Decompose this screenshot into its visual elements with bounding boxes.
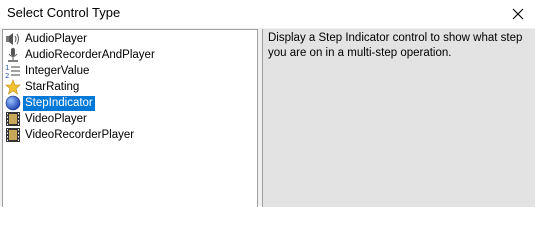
film-icon bbox=[5, 127, 21, 143]
window-title: Select Control Type bbox=[7, 5, 121, 20]
title-bar: Select Control Type bbox=[0, 0, 535, 28]
list-item-audioplayer[interactable]: AudioPlayer bbox=[4, 31, 258, 47]
list-item-label: VideoRecorderPlayer bbox=[25, 128, 135, 141]
list-item-integervalue[interactable]: 1 2 IntegerValue bbox=[4, 63, 258, 80]
list-item-videorecorderplayer[interactable]: VideoRecorderPlayer bbox=[4, 127, 258, 143]
list-item-label: IntegerValue bbox=[25, 64, 90, 77]
list-item-audiorecorderandplayer[interactable]: AudioRecorderAndPlayer bbox=[4, 47, 258, 63]
control-type-list[interactable]: AudioPlayer AudioRecorderAndPlayer 1 2 I… bbox=[2, 29, 258, 207]
list-item-label: StepIndicator bbox=[23, 95, 95, 111]
step-indicator-icon bbox=[5, 95, 21, 111]
close-icon bbox=[512, 8, 524, 20]
svg-text:2: 2 bbox=[5, 72, 9, 79]
description-panel: Display a Step Indicator control to show… bbox=[262, 29, 535, 207]
list-item-label: AudioRecorderAndPlayer bbox=[25, 48, 155, 61]
description-text: Display a Step Indicator control to show… bbox=[268, 32, 523, 59]
list-item-starrating[interactable]: StarRating bbox=[4, 79, 258, 95]
dialog-body: AudioPlayer AudioRecorderAndPlayer 1 2 I… bbox=[0, 28, 535, 207]
microphone-icon bbox=[5, 47, 21, 63]
close-button[interactable] bbox=[501, 0, 535, 28]
svg-text:1: 1 bbox=[5, 64, 9, 72]
star-icon bbox=[5, 79, 21, 95]
list-item-stepindicator[interactable]: StepIndicator bbox=[4, 95, 258, 111]
numbered-list-icon: 1 2 bbox=[5, 63, 21, 80]
speaker-icon bbox=[5, 31, 21, 47]
list-item-label: VideoPlayer bbox=[25, 112, 87, 125]
list-item-videoplayer[interactable]: VideoPlayer bbox=[4, 111, 258, 127]
film-icon bbox=[5, 111, 21, 127]
list-item-label: StarRating bbox=[25, 80, 80, 93]
list-item-label: AudioPlayer bbox=[25, 32, 88, 45]
